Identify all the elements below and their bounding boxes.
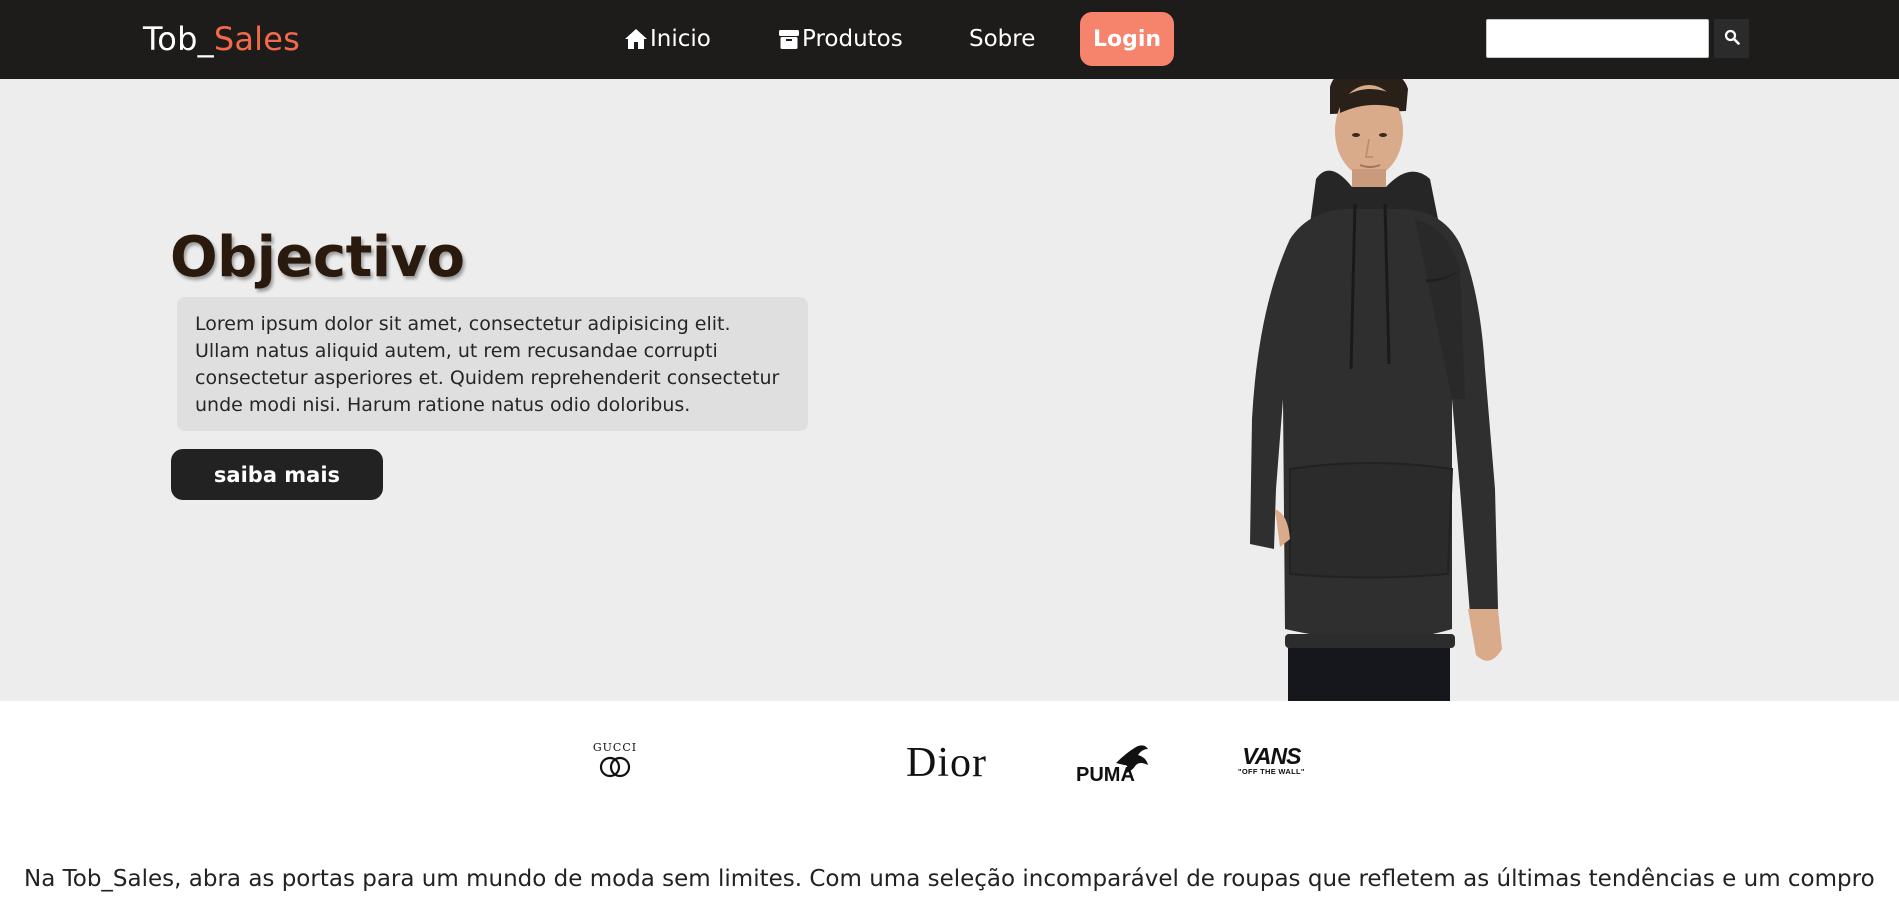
hero-paragraph: Lorem ipsum dolor sit amet, consectetur … bbox=[177, 297, 808, 431]
nav-link-sobre[interactable]: Sobre bbox=[969, 26, 1035, 52]
vans-tagline: "OFF THE WALL" bbox=[1238, 767, 1305, 776]
box-icon bbox=[778, 28, 800, 50]
nav-label-inicio: Inicio bbox=[650, 26, 711, 52]
puma-logo: PUMA bbox=[1076, 743, 1152, 787]
navbar: Tob_Sales Inicio Produtos Sobre Login bbox=[0, 0, 1899, 79]
nav-label-sobre: Sobre bbox=[969, 26, 1036, 52]
brand-accent: Sales bbox=[213, 20, 300, 58]
gucci-gg-icon bbox=[599, 756, 631, 778]
nav-link-inicio[interactable]: Inicio bbox=[624, 26, 711, 52]
home-icon bbox=[624, 28, 648, 50]
puma-wordmark: PUMA bbox=[1076, 764, 1135, 783]
nav-link-produtos[interactable]: Produtos bbox=[778, 26, 903, 52]
saiba-mais-button[interactable]: saiba mais bbox=[171, 449, 383, 500]
model-hoodie-image bbox=[1250, 79, 1502, 701]
hero-section: Objectivo Lorem ipsum dolor sit amet, co… bbox=[0, 79, 1899, 701]
login-button[interactable]: Login bbox=[1080, 12, 1174, 66]
brand-prefix: Tob_ bbox=[143, 20, 214, 58]
gucci-wordmark: GUCCI bbox=[592, 741, 638, 754]
vans-logo: VANS "OFF THE WALL" bbox=[1238, 743, 1305, 777]
brands-strip: GUCCI Dior PUMA VANS "OFF THE WALL" bbox=[0, 701, 1899, 821]
search-icon bbox=[1724, 29, 1740, 49]
hero-title: Objectivo bbox=[170, 225, 465, 290]
search-button[interactable] bbox=[1714, 19, 1749, 58]
dior-logo: Dior bbox=[906, 740, 987, 786]
nav-label-produtos: Produtos bbox=[802, 26, 903, 52]
search-input[interactable] bbox=[1486, 19, 1709, 58]
vans-wordmark: VANS bbox=[1242, 743, 1301, 769]
gucci-logo: GUCCI bbox=[590, 741, 640, 784]
intro-paragraph: Na Tob_Sales, abra as portas para um mun… bbox=[24, 866, 1874, 892]
brand-logo[interactable]: Tob_Sales bbox=[143, 20, 300, 58]
